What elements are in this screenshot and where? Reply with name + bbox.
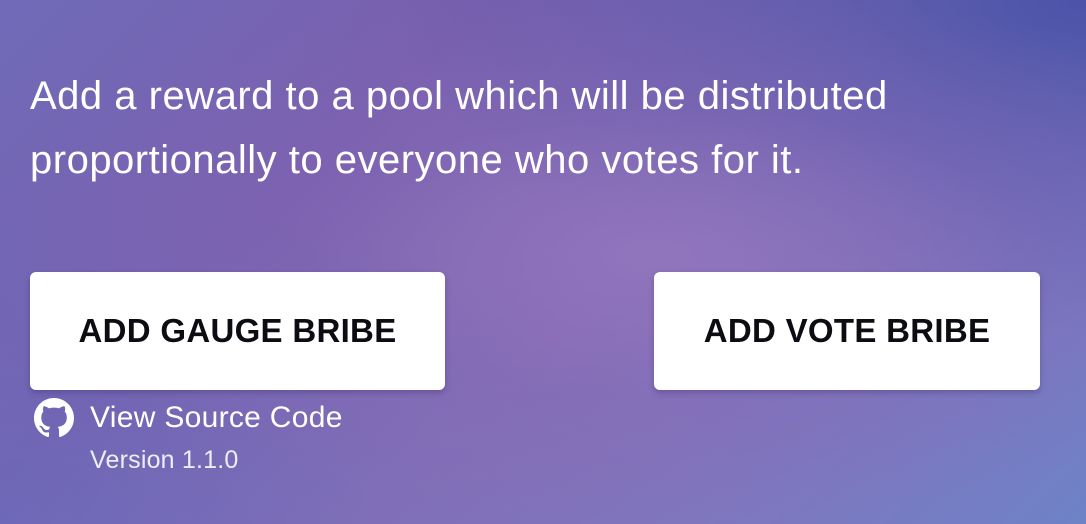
view-source-code-label: View Source Code [90, 401, 343, 434]
add-vote-bribe-button[interactable]: ADD VOTE BRIBE [654, 272, 1040, 390]
view-source-code-link[interactable]: View Source Code [34, 398, 343, 438]
version-label: Version 1.1.0 [90, 446, 239, 474]
bribe-description: Add a reward to a pool which will be dis… [30, 74, 888, 182]
github-icon [34, 398, 74, 438]
add-gauge-bribe-button[interactable]: ADD GAUGE BRIBE [30, 272, 445, 390]
